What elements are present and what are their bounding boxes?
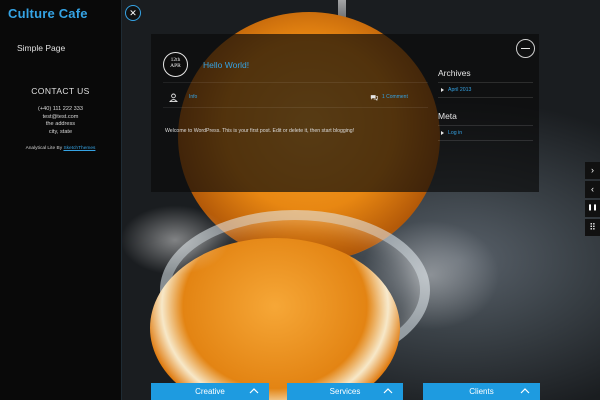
archives-item[interactable]: April 2013 xyxy=(441,87,471,93)
contact-email: test@test.com xyxy=(42,113,79,120)
archives-widget-title: Archives xyxy=(438,68,471,78)
pause-icon: ❚❚ xyxy=(587,205,598,211)
contact-city-state: city, state xyxy=(48,128,73,135)
post-comments-link[interactable]: 1 Comment xyxy=(382,94,408,100)
water-splash-right xyxy=(360,220,500,330)
contact-phone: (+40) 111 222 333 xyxy=(37,106,84,112)
close-icon: ✕ xyxy=(129,8,137,18)
divider xyxy=(438,140,533,141)
close-sidebar-button[interactable]: ✕ xyxy=(125,5,141,21)
nav-item-simple-page[interactable]: Simple Page xyxy=(17,43,65,53)
post-date-badge: 12th APR xyxy=(163,52,188,77)
contact-heading: CONTACT US xyxy=(31,86,90,96)
divider xyxy=(163,107,428,108)
left-sidebar: Culture Cafe Simple Page CONTACT US (+40… xyxy=(0,0,122,400)
archives-item-label: April 2013 xyxy=(448,87,472,93)
chevron-left-icon: ‹ xyxy=(591,184,594,194)
chevron-right-icon: › xyxy=(591,165,594,175)
post-date-month: APR xyxy=(170,63,181,69)
chevron-up-icon xyxy=(520,388,530,394)
tab-services[interactable]: Services xyxy=(287,383,403,400)
divider xyxy=(163,82,428,83)
comment-icon xyxy=(370,95,378,101)
chevron-up-icon xyxy=(249,388,259,394)
prev-slide-button[interactable]: ‹ xyxy=(585,181,600,198)
pause-slideshow-button[interactable]: ❚❚ xyxy=(585,200,600,217)
post-title[interactable]: Hello World! xyxy=(203,60,249,70)
meta-login-item[interactable]: Log in xyxy=(441,130,462,136)
contact-details: (+40) 111 222 333 test@test.com the addr… xyxy=(0,106,121,136)
user-icon xyxy=(169,93,178,102)
minus-icon xyxy=(521,48,530,49)
contact-address: the address xyxy=(45,121,76,127)
tab-clients[interactable]: Clients xyxy=(423,383,540,400)
next-slide-button[interactable]: › xyxy=(585,162,600,179)
tab-creative[interactable]: Creative xyxy=(151,383,269,400)
post-meta: Info 1 Comment xyxy=(163,92,413,104)
chevron-up-icon xyxy=(383,388,393,394)
post-content: Welcome to WordPress. This is your first… xyxy=(165,128,355,134)
triangle-right-icon xyxy=(441,87,444,92)
grid-icon: ⠿ xyxy=(589,222,596,232)
credit-prefix: Analytical Lite By xyxy=(25,146,63,151)
water-splash-left xyxy=(120,205,230,275)
minimize-panel-button[interactable] xyxy=(516,39,535,58)
meta-login-label: Log in xyxy=(448,130,463,136)
grid-view-button[interactable]: ⠿ xyxy=(585,219,600,236)
divider xyxy=(438,97,533,98)
triangle-right-icon xyxy=(441,130,444,135)
post-author-link[interactable]: Info xyxy=(189,94,197,100)
credit-link[interactable]: SketchThemes xyxy=(63,146,95,151)
meta-widget-title: Meta xyxy=(438,111,457,121)
divider xyxy=(438,82,533,83)
post-panel: 12th APR Hello World! Info 1 Comment Wel… xyxy=(151,34,539,192)
site-title[interactable]: Culture Cafe xyxy=(8,6,88,21)
divider xyxy=(438,125,533,126)
theme-credit: Analytical Lite By SketchThemes xyxy=(0,146,121,151)
